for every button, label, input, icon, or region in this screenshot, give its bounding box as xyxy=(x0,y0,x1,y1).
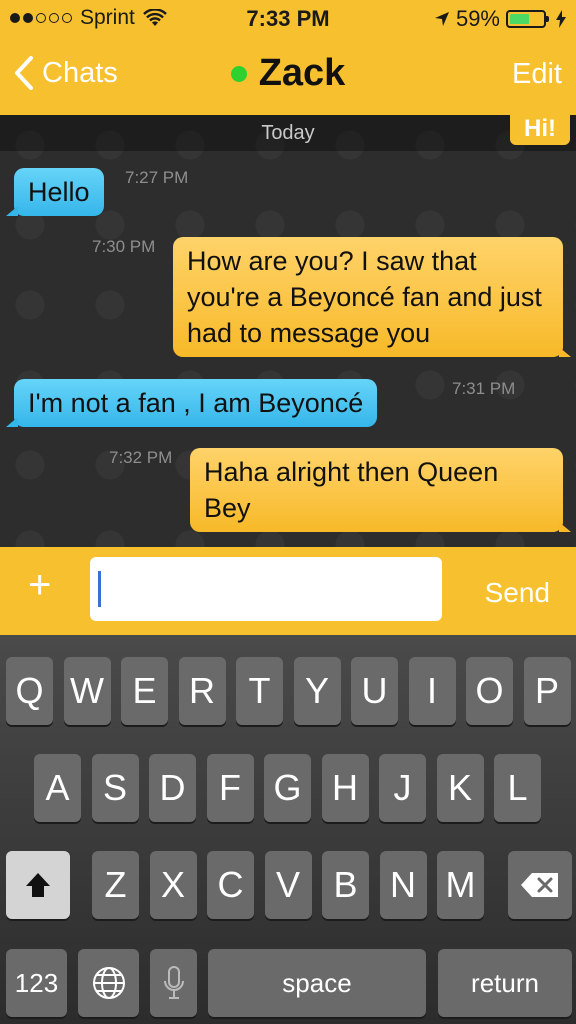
status-bar: Sprint 7:33 PM 59% xyxy=(0,0,576,38)
numbers-key[interactable]: 123 xyxy=(6,949,67,1017)
message-timestamp: 7:27 PM xyxy=(125,168,189,187)
peek-message-bubble[interactable]: Hi! xyxy=(510,115,570,145)
keyboard: 123 space return QWERTYUIOP ASDFGHJKL ZXCV… xyxy=(0,635,576,1024)
message-timestamp: 7:31 PM xyxy=(452,379,516,398)
key-g[interactable]: G xyxy=(264,754,311,822)
key-l[interactable]: L xyxy=(494,754,541,822)
shift-arrow-icon xyxy=(26,873,50,897)
online-status-dot xyxy=(230,65,247,82)
globe-key[interactable] xyxy=(78,949,139,1017)
message-input[interactable] xyxy=(90,557,442,621)
key-q[interactable]: Q xyxy=(6,657,53,725)
key-s[interactable]: S xyxy=(91,754,139,822)
key-p[interactable]: P xyxy=(523,657,571,725)
key-y[interactable]: Y xyxy=(293,657,341,725)
header: Sprint 7:33 PM 59% Chats Zack Edit xyxy=(0,0,576,115)
key-m[interactable]: M xyxy=(437,851,484,919)
message-composer: + Send xyxy=(0,547,576,635)
key-n[interactable]: N xyxy=(379,851,427,919)
outgoing-message[interactable]: Haha alright then Queen Bey xyxy=(190,448,571,532)
key-f[interactable]: F xyxy=(206,754,254,822)
microphone-icon xyxy=(163,966,184,999)
chat-thread[interactable]: Today Hi! Hello 7:27 PM 7:30 PM How are … xyxy=(0,115,576,547)
day-label: Today xyxy=(261,122,315,144)
shift-key[interactable] xyxy=(6,851,70,919)
key-c[interactable]: C xyxy=(207,851,254,919)
key-z[interactable]: Z xyxy=(92,851,139,919)
message-timestamp: 7:30 PM xyxy=(92,237,156,256)
message-timestamp: 7:32 PM xyxy=(109,448,173,467)
charging-bolt-icon xyxy=(556,10,566,28)
conversation-title: Zack xyxy=(0,52,576,95)
space-key[interactable]: space xyxy=(208,949,426,1017)
key-h[interactable]: H xyxy=(321,754,369,822)
dictation-key[interactable] xyxy=(150,949,197,1017)
key-a[interactable]: A xyxy=(34,754,81,822)
return-key[interactable]: return xyxy=(438,949,572,1017)
key-v[interactable]: V xyxy=(264,851,312,919)
key-b[interactable]: B xyxy=(322,851,369,919)
incoming-message[interactable]: Hello xyxy=(6,168,104,216)
key-w[interactable]: W xyxy=(63,657,111,725)
text-caret xyxy=(98,571,101,607)
battery-icon xyxy=(506,10,549,28)
day-divider: Today xyxy=(0,115,576,151)
incoming-message[interactable]: I'm not a fan , I am Beyoncé xyxy=(5,379,378,427)
key-r[interactable]: R xyxy=(178,657,226,725)
send-button[interactable]: Send xyxy=(485,577,550,609)
key-t[interactable]: T xyxy=(236,657,283,725)
battery-percent: 59% xyxy=(455,6,500,31)
location-arrow-icon xyxy=(434,12,449,26)
outgoing-message[interactable]: How are you? I saw that you're a Beyoncé… xyxy=(173,237,571,357)
key-k[interactable]: K xyxy=(436,754,484,822)
key-o[interactable]: O xyxy=(466,657,513,725)
key-j[interactable]: J xyxy=(379,754,426,822)
battery-level xyxy=(510,14,529,24)
backspace-key[interactable] xyxy=(508,851,572,919)
backspace-icon xyxy=(521,873,558,897)
edit-button[interactable]: Edit xyxy=(512,58,562,91)
key-x[interactable]: X xyxy=(149,851,197,919)
key-u[interactable]: U xyxy=(351,657,398,725)
contact-name: Zack xyxy=(258,52,346,94)
globe-icon xyxy=(92,967,125,999)
key-e[interactable]: E xyxy=(121,657,168,725)
add-attachment-button[interactable]: + xyxy=(28,563,51,608)
key-i[interactable]: I xyxy=(408,657,456,725)
key-d[interactable]: D xyxy=(149,754,196,822)
